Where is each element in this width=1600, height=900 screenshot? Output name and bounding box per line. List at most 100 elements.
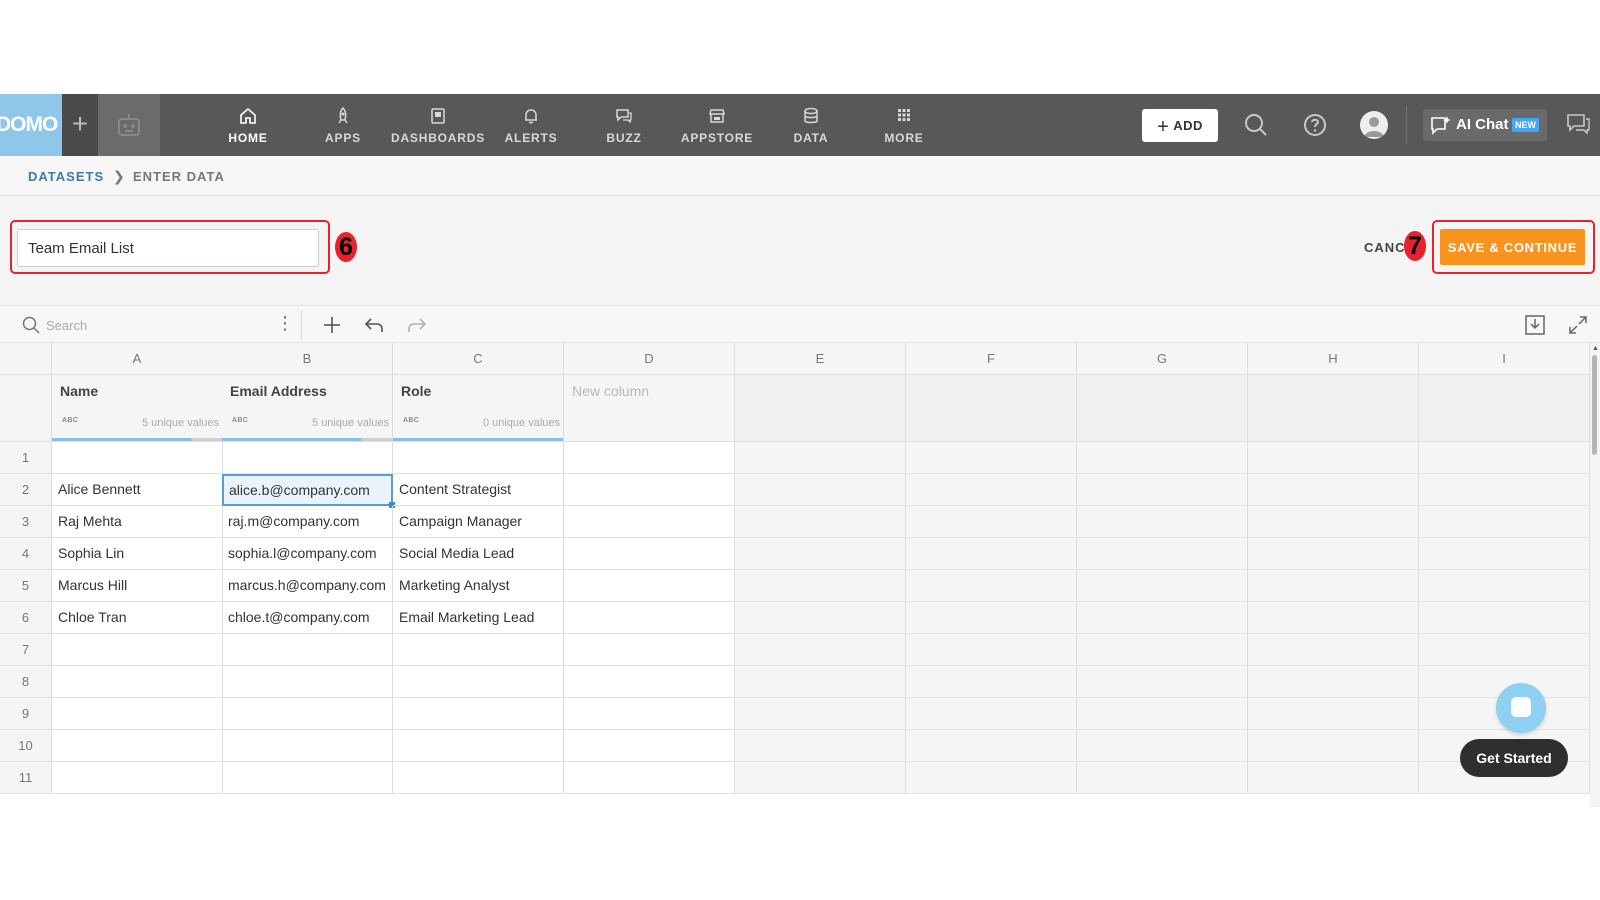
table-cell[interactable]	[52, 666, 223, 698]
scrollbar-thumb[interactable]	[1592, 355, 1597, 455]
table-cell[interactable]: Content Strategist	[393, 474, 564, 506]
ai-chat-button[interactable]: AI Chat NEW	[1423, 109, 1547, 141]
table-cell[interactable]	[393, 442, 564, 474]
selected-cell[interactable]: alice.b@company.com	[222, 474, 393, 506]
undo-icon[interactable]	[363, 314, 385, 336]
column-header-e[interactable]: E	[735, 343, 906, 375]
field-header-b[interactable]: Email Address ABC 5 unique values	[222, 375, 393, 442]
row-number[interactable]: 10	[0, 730, 52, 762]
field-name[interactable]: Name	[60, 383, 98, 399]
table-cell[interactable]: Sophia Lin	[52, 538, 223, 570]
table-cell[interactable]	[393, 698, 564, 730]
table-cell[interactable]	[222, 698, 393, 730]
user-avatar[interactable]	[1360, 111, 1388, 139]
row-number[interactable]: 3	[0, 506, 52, 538]
column-header-i[interactable]: I	[1419, 343, 1590, 375]
column-header-d[interactable]: D	[564, 343, 735, 375]
table-cell[interactable]	[52, 730, 223, 762]
field-header-d[interactable]: New column	[564, 375, 735, 442]
table-cell[interactable]	[393, 762, 564, 794]
nav-more[interactable]: MORE	[857, 94, 951, 156]
table-cell[interactable]	[222, 666, 393, 698]
table-cell[interactable]: Email Marketing Lead	[393, 602, 564, 634]
breadcrumb-datasets[interactable]: DATASETS	[28, 169, 104, 184]
table-cell[interactable]	[52, 634, 223, 666]
row-number[interactable]: 8	[0, 666, 52, 698]
nav-data[interactable]: DATA	[764, 94, 858, 156]
table-cell[interactable]	[564, 762, 735, 794]
table-cell[interactable]	[564, 730, 735, 762]
row-number[interactable]: 5	[0, 570, 52, 602]
table-cell[interactable]: chloe.t@company.com	[222, 602, 393, 634]
column-header-c[interactable]: C	[393, 343, 564, 375]
row-number[interactable]: 1	[0, 442, 52, 474]
row-number[interactable]: 6	[0, 602, 52, 634]
table-cell[interactable]	[564, 634, 735, 666]
row-number[interactable]: 11	[0, 762, 52, 794]
dataset-name-input[interactable]	[17, 229, 319, 267]
get-started-button[interactable]: Get Started	[1460, 739, 1568, 777]
table-cell[interactable]	[52, 762, 223, 794]
column-header-g[interactable]: G	[1077, 343, 1248, 375]
table-cell[interactable]	[222, 442, 393, 474]
row-number[interactable]: 7	[0, 634, 52, 666]
save-and-continue-button[interactable]: SAVE & CONTINUE	[1440, 229, 1585, 265]
table-cell[interactable]: Alice Bennett	[52, 474, 223, 506]
help-icon[interactable]	[1300, 110, 1330, 140]
table-cell[interactable]: raj.m@company.com	[222, 506, 393, 538]
grid-search-input[interactable]: Search	[46, 318, 87, 333]
column-header-a[interactable]: A	[52, 343, 223, 375]
column-header-f[interactable]: F	[906, 343, 1077, 375]
nav-buzz[interactable]: BUZZ	[577, 94, 671, 156]
table-cell[interactable]: marcus.h@company.com	[222, 570, 393, 602]
vertical-scrollbar[interactable]: ▲	[1590, 343, 1600, 807]
plus-icon[interactable]: +	[62, 94, 98, 156]
help-chat-bubble[interactable]	[1496, 683, 1546, 733]
table-cell[interactable]	[52, 442, 223, 474]
nav-dashboards[interactable]: DASHBOARDS	[391, 94, 485, 156]
table-cell[interactable]	[222, 634, 393, 666]
redo-icon[interactable]	[406, 314, 428, 336]
table-cell[interactable]	[52, 698, 223, 730]
messages-icon[interactable]	[1565, 111, 1591, 137]
table-cell[interactable]	[393, 730, 564, 762]
add-button[interactable]: + ADD	[1142, 109, 1218, 142]
table-cell[interactable]	[564, 698, 735, 730]
table-cell[interactable]	[222, 730, 393, 762]
field-header-c[interactable]: Role ABC 0 unique values	[393, 375, 564, 442]
table-cell[interactable]: Campaign Manager	[393, 506, 564, 538]
nav-alerts[interactable]: ALERTS	[484, 94, 578, 156]
table-cell[interactable]: sophia.l@company.com	[222, 538, 393, 570]
table-cell[interactable]: Raj Mehta	[52, 506, 223, 538]
table-cell[interactable]: Social Media Lead	[393, 538, 564, 570]
row-number[interactable]: 4	[0, 538, 52, 570]
field-header-a[interactable]: Name ABC 5 unique values	[52, 375, 223, 442]
table-cell[interactable]: Chloe Tran	[52, 602, 223, 634]
domo-logo[interactable]: DOMO	[0, 94, 62, 156]
table-cell[interactable]	[564, 666, 735, 698]
table-cell[interactable]	[564, 442, 735, 474]
new-column-placeholder[interactable]: New column	[572, 383, 649, 399]
table-cell[interactable]	[564, 602, 735, 634]
nav-home[interactable]: HOME	[201, 94, 295, 156]
table-cell[interactable]	[564, 538, 735, 570]
field-name[interactable]: Email Address	[230, 383, 327, 399]
table-cell[interactable]: Marketing Analyst	[393, 570, 564, 602]
table-cell[interactable]	[564, 506, 735, 538]
table-cell[interactable]	[393, 666, 564, 698]
row-number[interactable]: 2	[0, 474, 52, 506]
table-cell[interactable]	[222, 762, 393, 794]
robot-icon[interactable]	[98, 94, 160, 156]
nav-appstore[interactable]: APPSTORE	[670, 94, 764, 156]
table-cell[interactable]	[564, 474, 735, 506]
table-cell[interactable]: Marcus Hill	[52, 570, 223, 602]
add-row-icon[interactable]	[321, 314, 343, 336]
search-icon[interactable]	[1241, 110, 1271, 140]
row-number[interactable]: 9	[0, 698, 52, 730]
field-name[interactable]: Role	[401, 383, 431, 399]
column-header-b[interactable]: B	[222, 343, 393, 375]
expand-icon[interactable]	[1567, 314, 1589, 336]
kebab-menu-icon[interactable]: ⋮	[276, 314, 294, 332]
download-icon[interactable]	[1524, 314, 1546, 336]
scroll-up-icon[interactable]: ▲	[1592, 345, 1599, 352]
